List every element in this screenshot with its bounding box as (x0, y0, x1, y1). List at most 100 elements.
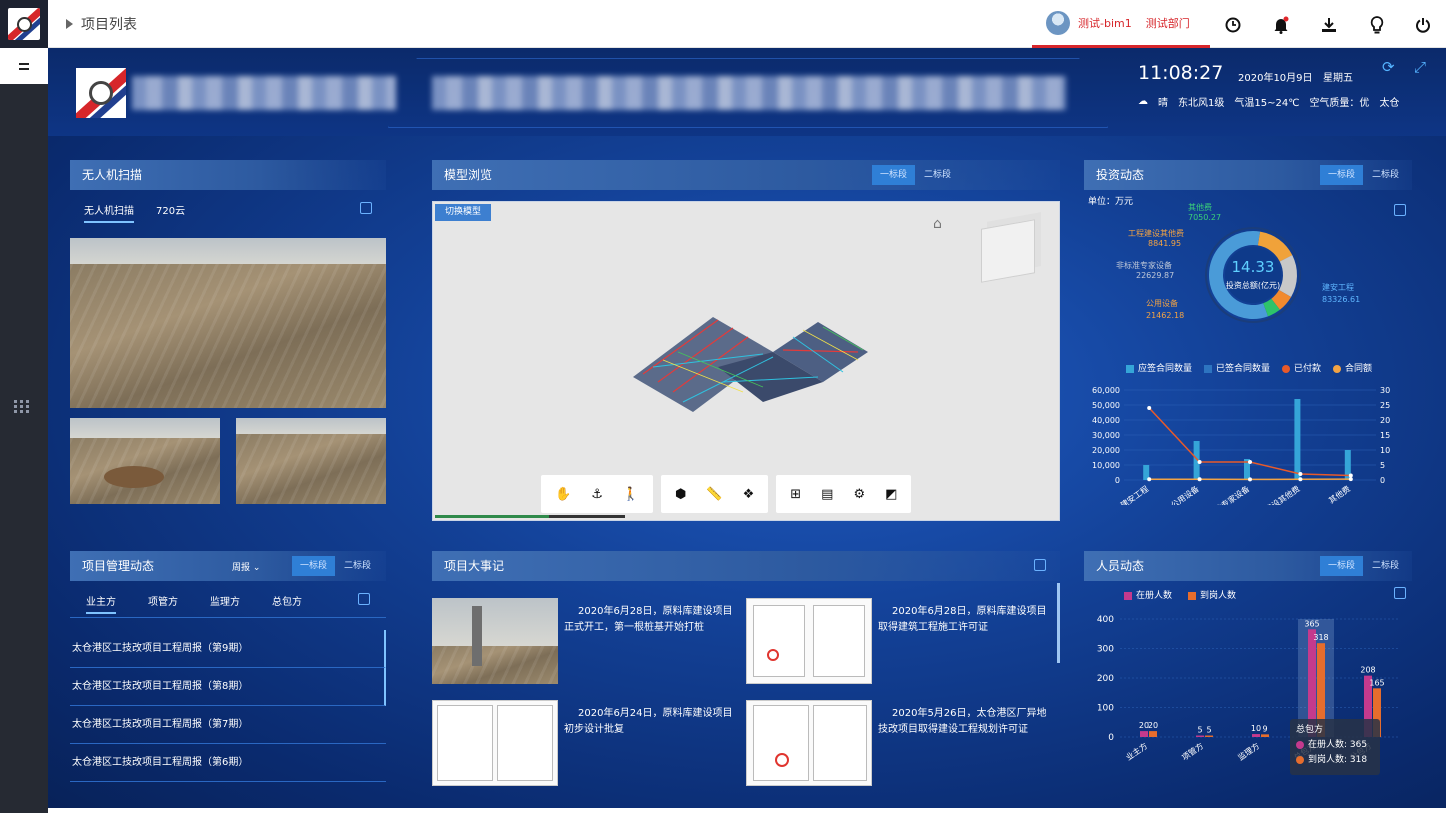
edit-icon[interactable] (360, 202, 372, 214)
event-text[interactable]: 2020年5月26日，太仓港区厂异地技改项目取得建设工程规划许可证 (878, 706, 1056, 738)
legend-item[interactable]: 已签合同数量 (1204, 361, 1270, 374)
side-rail (0, 48, 48, 813)
properties-icon[interactable]: ▤ (821, 487, 833, 502)
fullscreen-view-icon[interactable]: ◩ (885, 487, 897, 502)
tab-720[interactable]: 720云 (156, 202, 185, 223)
cloud-icon: ☁ (1138, 96, 1148, 107)
drone-thumb-2[interactable] (236, 418, 386, 504)
event-text[interactable]: 2020年6月28日，原料库建设项目取得建筑工程施工许可证 (878, 604, 1056, 636)
edit-icon[interactable] (1034, 559, 1046, 571)
legend-item[interactable]: 在册人数 (1124, 588, 1172, 601)
mgmt-level-1[interactable]: 一标段 (292, 556, 336, 576)
data-label: 318 (1313, 633, 1328, 642)
invest-panel: 投资动态 一标段 二标段 单位：万元 14.33 投资总额(亿元) 其他费 70… (1084, 160, 1412, 505)
tab-supervisor[interactable]: 监理方 (210, 593, 240, 614)
data-point (1248, 477, 1252, 482)
anchor-icon[interactable]: ⚓ (591, 487, 603, 502)
explode-icon[interactable]: ❖ (743, 487, 755, 502)
menu-toggle[interactable] (0, 48, 48, 84)
user-menu[interactable]: 测试-bim1 测试部门 (1032, 0, 1210, 48)
page-footer-strip (48, 808, 1446, 813)
view-cube[interactable] (981, 219, 1035, 283)
list-item[interactable]: 太仓港区工技改项目工程周报（第7期） (70, 706, 386, 744)
tab-contractor[interactable]: 总包方 (272, 593, 302, 614)
staff-level-1[interactable]: 一标段 (1320, 556, 1364, 576)
model-toolbar: ✋ ⚓ 🚶 ⬢ 📏 ❖ ⊞ ▤ ⚙ ◩ (541, 475, 912, 513)
bar (1149, 731, 1157, 737)
period-select[interactable]: 周报 ⌄ (232, 560, 260, 573)
legend-item[interactable]: 应签合同数量 (1126, 361, 1192, 374)
edit-icon[interactable] (358, 593, 370, 605)
switch-model-button[interactable]: 切换模型 (435, 204, 492, 221)
bar (1205, 735, 1213, 737)
tab-pm[interactable]: 项管方 (148, 593, 178, 614)
breadcrumb-label[interactable]: 项目列表 (81, 14, 137, 34)
y2-tick-label: 30 (1380, 386, 1390, 395)
pie-slice (1263, 298, 1280, 317)
tab-owner[interactable]: 业主方 (86, 593, 116, 614)
chart-tooltip: 总包方 在册人数: 365 到岗人数: 318 (1290, 719, 1380, 775)
home-icon[interactable]: ⌂ (933, 216, 942, 232)
refresh-icon[interactable]: ⟳ (1382, 58, 1395, 76)
model-level-2[interactable]: 二标段 (916, 165, 959, 185)
list-item[interactable]: 太仓港区工技改项目工程周报（第9期） (70, 630, 386, 668)
download-icon[interactable] (1320, 16, 1338, 34)
list-item[interactable]: 太仓港区工技改项目工程周报（第6期） (70, 744, 386, 782)
event-image[interactable] (432, 700, 558, 786)
drag-handle-icon[interactable] (14, 400, 30, 413)
invest-total: 14.33 (1232, 258, 1275, 276)
event-image[interactable] (746, 598, 872, 684)
mgmt-panel: 项目管理动态 周报 ⌄ 一标段 二标段 业主方 项管方 监理方 总包方 太仓港区… (70, 551, 386, 791)
data-point (1147, 477, 1152, 482)
scrollbar[interactable] (1057, 583, 1060, 663)
legend-item[interactable]: 到岗人数 (1188, 588, 1236, 601)
invest-level-1[interactable]: 一标段 (1320, 165, 1364, 185)
person-icon[interactable]: 🚶 (623, 487, 639, 502)
model-load-progress (435, 515, 625, 518)
user-name: 测试-bim1 (1078, 16, 1132, 30)
tree-icon[interactable]: ⊞ (790, 487, 801, 502)
legend-item[interactable]: 已付款 (1282, 361, 1321, 374)
drone-main-photo[interactable] (70, 238, 386, 408)
event-image[interactable] (746, 700, 872, 786)
data-label: 20 (1148, 721, 1158, 730)
section-box-icon[interactable]: ⬢ (675, 487, 686, 502)
drone-panel-title: 无人机扫描 (70, 160, 386, 190)
model-level-1[interactable]: 一标段 (872, 165, 916, 185)
model-viewer[interactable]: 切换模型 ⌂ ✋ ⚓ 🚶 ⬢ 📏 ❖ ⊞ ▤ ⚙ ◩ (432, 201, 1060, 521)
measure-icon[interactable]: 📏 (706, 487, 722, 502)
clock-icon[interactable] (1224, 16, 1242, 34)
pan-icon[interactable]: ✋ (555, 487, 571, 502)
staff-level-2[interactable]: 二标段 (1364, 556, 1407, 576)
pie-slice (1278, 255, 1297, 298)
breadcrumb[interactable]: 项目列表 (66, 14, 137, 34)
x-tick-label: 工程建设其他费 (1250, 483, 1302, 505)
y2-tick-label: 20 (1380, 416, 1390, 425)
bim-model[interactable] (623, 282, 873, 432)
data-point (1298, 477, 1303, 482)
lightbulb-icon[interactable] (1368, 16, 1386, 34)
event-text[interactable]: 2020年6月24日，原料库建设项目初步设计批复 (564, 706, 740, 738)
y-tick-label: 200 (1097, 674, 1114, 684)
power-icon[interactable] (1414, 16, 1432, 34)
bell-icon[interactable] (1272, 16, 1290, 34)
invest-level-2[interactable]: 二标段 (1364, 165, 1407, 185)
y-tick-label: 20,000 (1092, 446, 1120, 455)
y-tick-label: 0 (1115, 476, 1120, 485)
fullscreen-icon[interactable]: ⤢ (1414, 58, 1426, 76)
edit-icon[interactable] (1394, 587, 1406, 599)
tooltip-title: 总包方 (1296, 725, 1324, 735)
avatar[interactable] (1046, 10, 1070, 35)
company-logo (76, 68, 126, 118)
settings-icon[interactable]: ⚙ (853, 487, 865, 502)
legend-item[interactable]: 合同额 (1333, 361, 1372, 374)
drone-thumb-1[interactable] (70, 418, 220, 504)
event-text[interactable]: 2020年6月28日，原料库建设项目正式开工，第一根桩基开始打桩 (564, 604, 740, 636)
y2-tick-label: 5 (1380, 461, 1385, 470)
mgmt-level-2[interactable]: 二标段 (336, 556, 379, 576)
pie-label-name: 建安工程 (1322, 282, 1354, 292)
tab-drone-scan[interactable]: 无人机扫描 (84, 202, 134, 223)
app-logo[interactable] (0, 0, 48, 48)
list-item[interactable]: 太仓港区工技改项目工程周报（第8期） (70, 668, 386, 706)
event-image[interactable] (432, 598, 558, 684)
